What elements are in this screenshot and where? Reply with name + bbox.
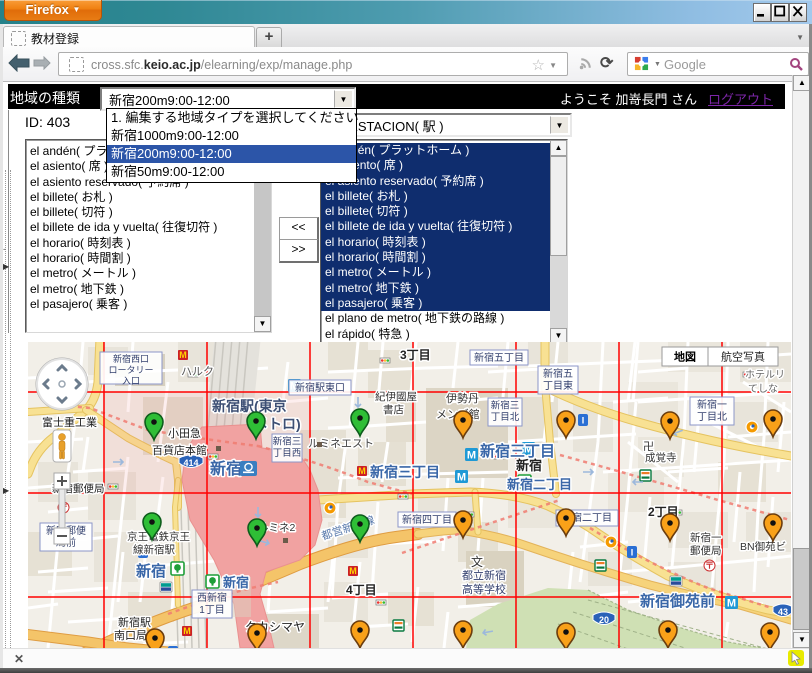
svg-text:新宿五: 新宿五 — [543, 367, 573, 380]
svg-text:ロータリー: ロータリー — [108, 365, 153, 375]
svg-text:BN御苑ビ: BN御苑ビ — [740, 540, 786, 553]
svg-text:新宿三: 新宿三 — [491, 400, 520, 412]
svg-text:丁目北: 丁目北 — [697, 411, 727, 423]
svg-text:1丁目: 1丁目 — [199, 605, 225, 616]
svg-text:高等学校: 高等学校 — [462, 582, 506, 596]
svg-text:地図: 地図 — [674, 350, 696, 364]
svg-text:I: I — [631, 548, 634, 558]
svg-text:新宿五丁目: 新宿五丁目 — [474, 351, 524, 364]
svg-text:M: M — [183, 626, 191, 636]
svg-text:新宿駅東口: 新宿駅東口 — [295, 381, 345, 394]
svg-text:新宿二丁目: 新宿二丁目 — [507, 477, 572, 492]
svg-text:〒: 〒 — [705, 561, 714, 571]
svg-text:M: M — [179, 350, 187, 360]
svg-text:南口局: 南口局 — [114, 629, 147, 642]
svg-text:西新宿: 西新宿 — [197, 591, 227, 604]
svg-text:新宿三丁目: 新宿三丁目 — [370, 464, 440, 480]
svg-text:成覚寺: 成覚寺 — [645, 451, 677, 464]
svg-text:新宿駅(東京: 新宿駅(東京 — [212, 398, 287, 414]
svg-text:I: I — [582, 416, 585, 426]
svg-text:紀伊國屋: 紀伊國屋 — [375, 390, 417, 403]
svg-text:新宿: 新宿 — [136, 562, 166, 580]
svg-text:43: 43 — [778, 607, 788, 617]
svg-text:20: 20 — [599, 615, 609, 625]
svg-text:M: M — [358, 466, 366, 476]
svg-text:書店: 書店 — [383, 403, 404, 416]
svg-text:新宿: 新宿 — [223, 575, 249, 590]
svg-text:新宿御苑前: 新宿御苑前 — [640, 592, 715, 610]
svg-text:新宿: 新宿 — [210, 459, 242, 478]
svg-text:M: M — [457, 471, 466, 483]
svg-text:ハルク: ハルク — [181, 365, 214, 378]
svg-text:3丁目: 3丁目 — [400, 348, 431, 362]
svg-text:丁目北: 丁目北 — [491, 412, 520, 423]
svg-text:航空写真: 航空写真 — [721, 350, 765, 364]
svg-text:入口: 入口 — [122, 376, 140, 386]
svg-text:丁目西: 丁目西 — [273, 448, 302, 459]
svg-text:新宿三: 新宿三 — [273, 436, 302, 448]
svg-text:新宿一: 新宿一 — [690, 531, 722, 544]
svg-text:ホテルリ: ホテルリ — [745, 369, 785, 381]
svg-text:てしな: てしな — [748, 383, 778, 395]
svg-text:丁目東: 丁目東 — [543, 379, 573, 392]
svg-text:伊勢丹: 伊勢丹 — [446, 391, 479, 405]
svg-text:郵便局: 郵便局 — [690, 544, 722, 557]
svg-text:新宿西口: 新宿西口 — [113, 353, 149, 364]
svg-text:文: 文 — [471, 554, 483, 569]
svg-text:M: M — [727, 597, 736, 609]
svg-text:新宿四丁目: 新宿四丁目 — [402, 513, 452, 526]
svg-text:百貨店本館: 百貨店本館 — [152, 443, 207, 457]
svg-text:線新宿駅: 線新宿駅 — [133, 543, 175, 556]
svg-text:小田急: 小田急 — [168, 426, 201, 440]
svg-text:M: M — [349, 566, 357, 576]
svg-text:京王電鉄京王: 京王電鉄京王 — [127, 530, 190, 543]
svg-text:新宿一: 新宿一 — [697, 398, 727, 411]
svg-text:M: M — [467, 449, 476, 461]
svg-text:414: 414 — [183, 458, 198, 468]
svg-text:新宿駅: 新宿駅 — [118, 615, 151, 629]
svg-text:都立新宿: 都立新宿 — [462, 568, 506, 582]
svg-text:新宿: 新宿 — [516, 458, 542, 473]
svg-text:4丁目: 4丁目 — [346, 583, 377, 597]
svg-text:富士重工業: 富士重工業 — [42, 415, 97, 429]
